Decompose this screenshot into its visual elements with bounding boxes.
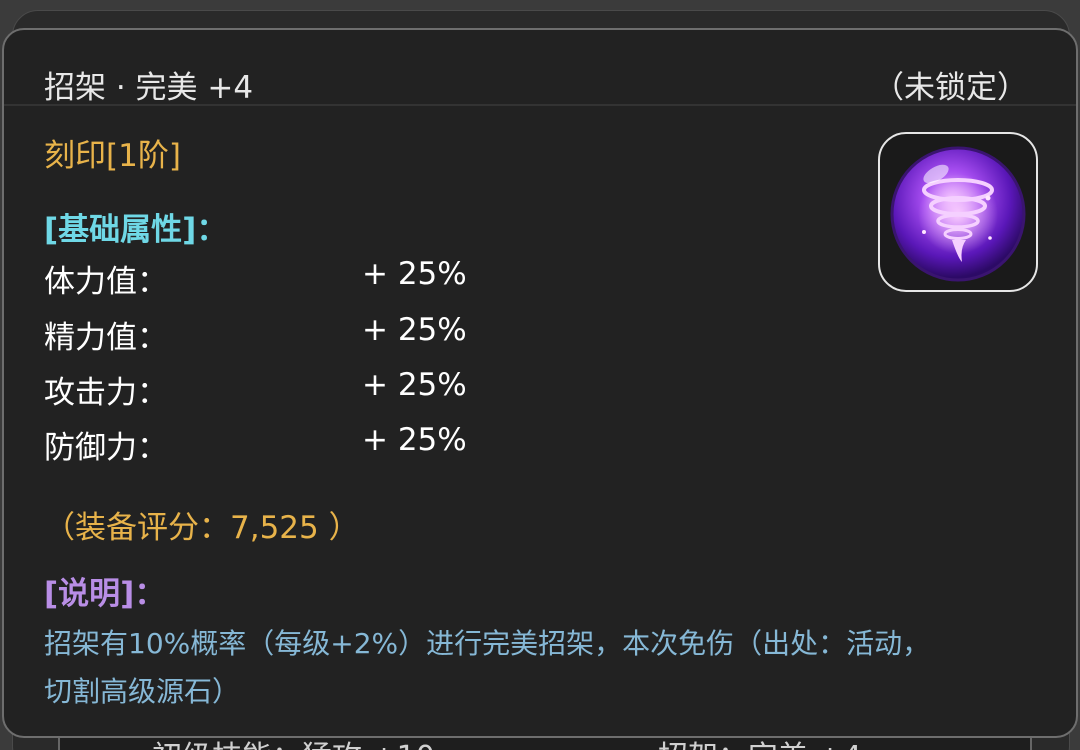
purple-tornado-orb-icon [890,146,1026,282]
attribute-row-stamina: 体力值： + 25% [44,256,544,300]
attribute-value: + 25% [362,312,467,348]
attribute-value: + 25% [362,422,467,458]
item-tooltip: 招架 · 完美 +4 （未锁定） 刻印[1阶] [基础属性]： 体力值： + 2… [2,28,1078,738]
attribute-name: 精力值： [44,320,168,356]
lock-status[interactable]: （未锁定） [873,62,1028,107]
attribute-row-defense: 防御力： + 25% [44,422,544,466]
attribute-row-attack: 攻击力： + 25% [44,367,544,411]
attribute-name: 防御力： [44,430,168,466]
equipment-score: （装备评分：7,525 ） [44,510,360,546]
tooltip-header: 招架 · 完美 +4 （未锁定） [4,30,1076,106]
item-title: 招架 · 完美 +4 [44,70,254,106]
item-icon-frame [878,132,1038,292]
attribute-name: 体力值： [44,264,168,300]
description-heading: [说明]： [44,576,166,612]
attribute-value: + 25% [362,256,467,292]
description-line: 切割高级源石） [44,675,241,708]
basic-attributes-heading: [基础属性]： [44,212,228,248]
description-line: 招架有10%概率（每级+2%）进行完美招架，本次免伤（出处：活动， [44,627,931,660]
attribute-row-energy: 精力值： + 25% [44,312,544,356]
attribute-value: + 25% [362,367,467,403]
engrave-level: 刻印[1阶] [44,138,181,174]
attribute-name: 攻击力： [44,375,168,411]
